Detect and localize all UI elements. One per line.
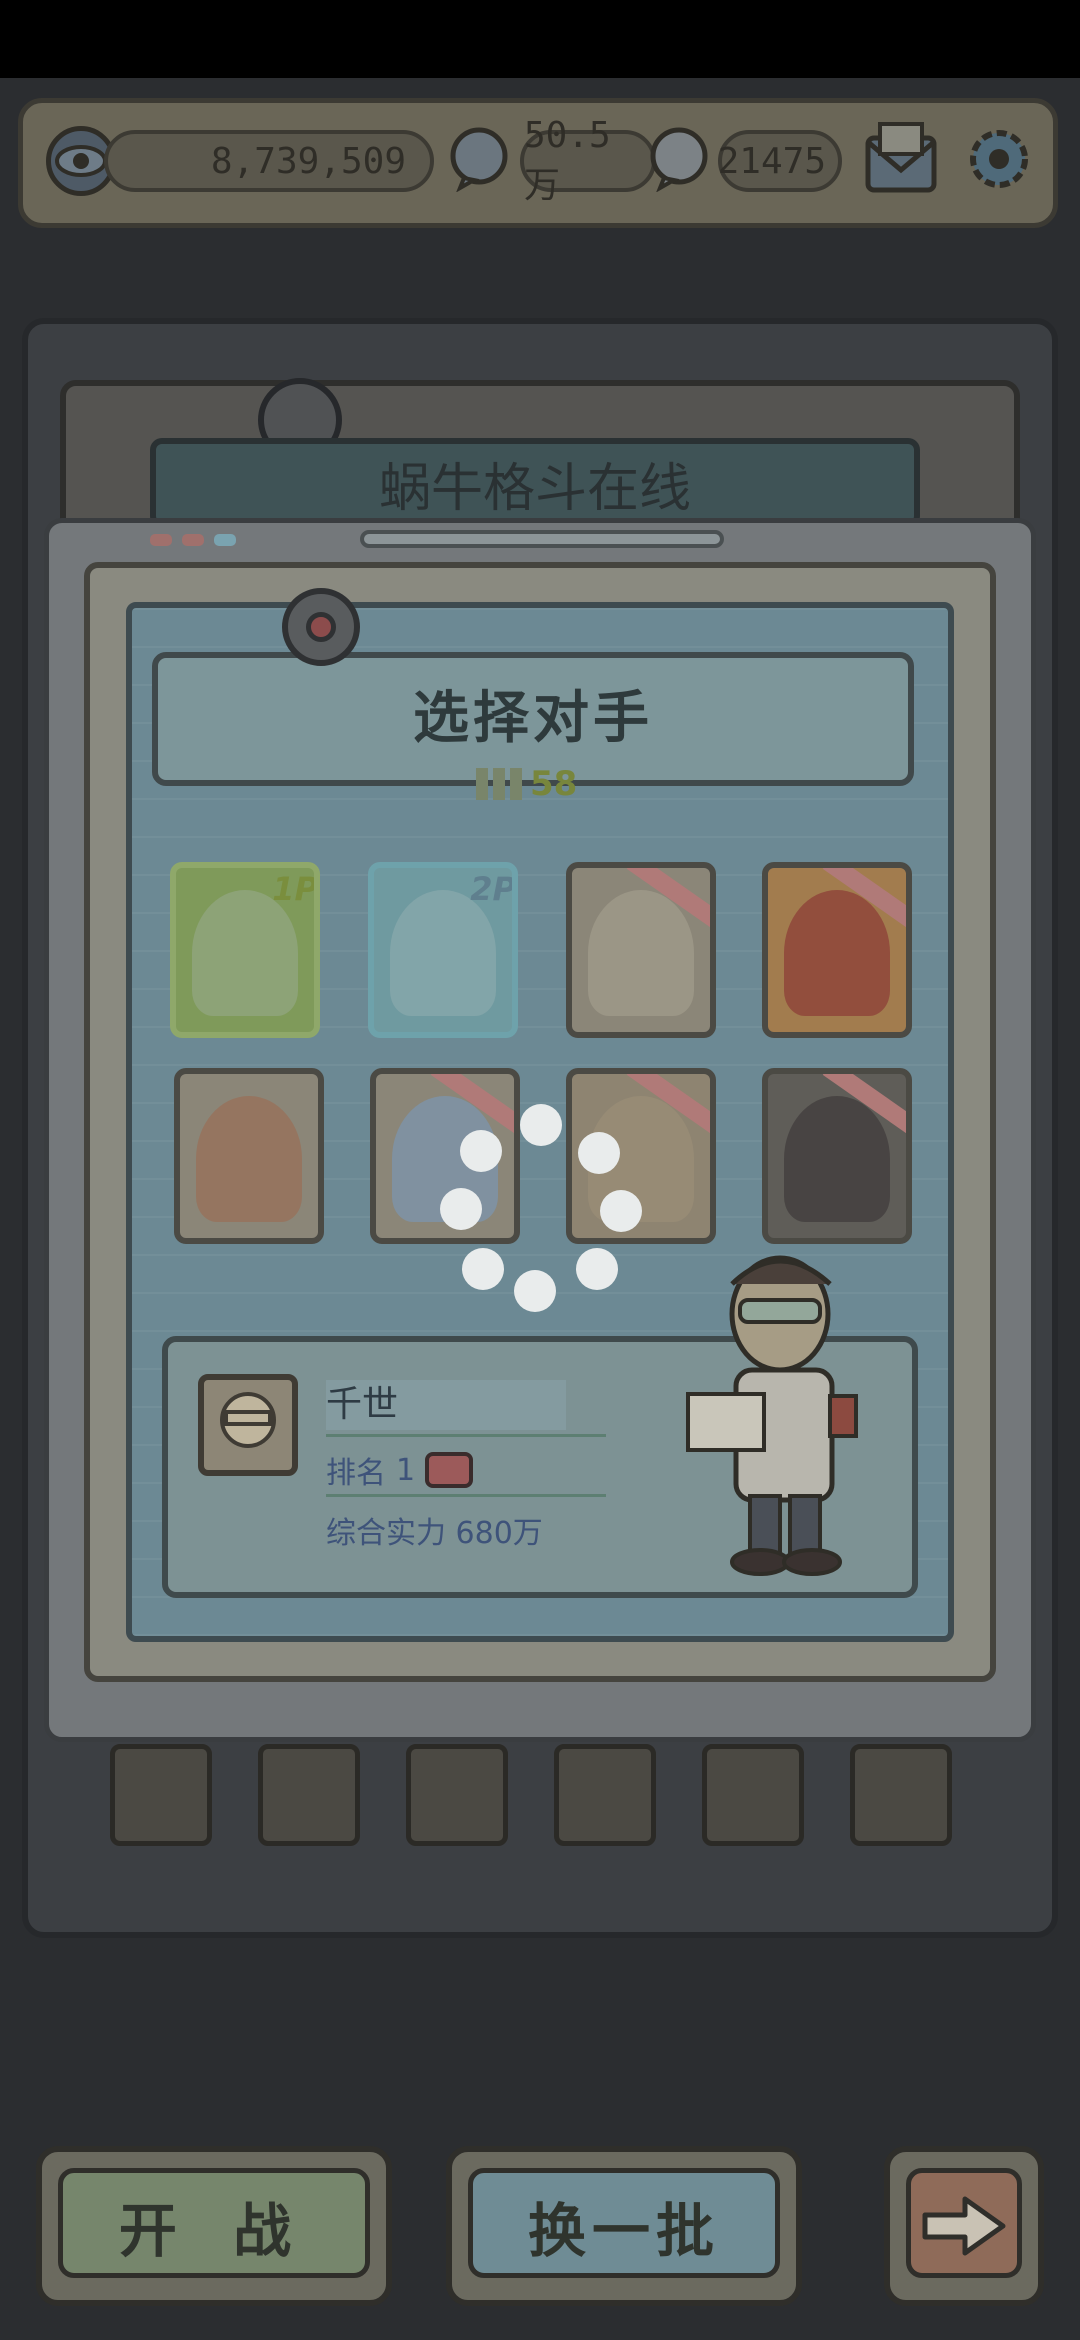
player-tag: 1P — [272, 870, 318, 908]
opponent-name: 千世 — [326, 1380, 566, 1430]
opponent-card-4[interactable] — [762, 862, 912, 1038]
opponent-card-5[interactable] — [174, 1068, 324, 1244]
coins-counter: 50.5万 — [520, 115, 656, 206]
tool-row — [110, 1744, 970, 1856]
card-portrait — [784, 1096, 890, 1222]
tool-slot-4 — [554, 1744, 656, 1846]
card-portrait — [192, 890, 298, 1016]
gem-bubble-icon — [646, 126, 712, 193]
opponent-avatar — [198, 1374, 298, 1476]
refresh-button-label: 换一批 — [527, 2197, 720, 2265]
rank-divider — [326, 1494, 606, 1497]
views-counter: 8,739,509 — [104, 130, 434, 192]
power-value: 680万 — [455, 1516, 543, 1551]
opponent-power: 综合实力 680万 — [326, 1508, 543, 1552]
rank-label: 排名 — [326, 1456, 386, 1491]
opponent-card-2[interactable]: 2P — [368, 862, 518, 1038]
background-title: 蜗牛格斗在线 — [150, 438, 920, 528]
card-portrait — [784, 890, 890, 1016]
tool-slot-1 — [110, 1744, 212, 1846]
loading-dot — [578, 1132, 620, 1174]
coin-bubble-icon — [446, 126, 512, 193]
card-portrait — [196, 1096, 302, 1222]
name-divider — [326, 1434, 606, 1437]
card-portrait — [588, 890, 694, 1016]
lamp-light — [306, 612, 336, 642]
scientist-character — [670, 1244, 900, 1584]
player-tag: 2P — [470, 870, 516, 908]
gems-counter: 21475 — [718, 130, 842, 192]
gear-icon[interactable] — [958, 118, 1040, 200]
opponent-rank: 排名 1 — [326, 1448, 474, 1492]
refresh-opponents-button[interactable]: 换一批 — [446, 2146, 802, 2306]
loading-dot — [460, 1130, 502, 1172]
loading-dot — [576, 1248, 618, 1290]
signal-bars-icon — [476, 768, 522, 800]
level-indicator: 58 — [476, 764, 577, 804]
loading-dot — [440, 1188, 482, 1230]
power-label: 综合实力 — [326, 1516, 446, 1551]
right-arrow-icon — [922, 2196, 1006, 2256]
level-value: 58 — [530, 764, 578, 804]
opponent-card-1[interactable]: 1P — [170, 862, 320, 1038]
tool-slot-5 — [702, 1744, 804, 1846]
card-portrait — [390, 890, 496, 1016]
start-button-label: 开 战 — [118, 2197, 310, 2265]
opponent-card-3[interactable] — [566, 862, 716, 1038]
loading-dot — [520, 1104, 562, 1146]
tool-slot-6 — [850, 1744, 952, 1846]
loading-dot — [600, 1190, 642, 1232]
status-bar — [0, 0, 1080, 78]
loading-dot — [514, 1270, 556, 1312]
start-battle-button[interactable]: 开 战 — [36, 2146, 392, 2306]
next-button[interactable] — [884, 2146, 1044, 2306]
dialog-top-slot — [360, 530, 724, 548]
tool-slot-3 — [406, 1744, 508, 1846]
mail-icon[interactable] — [862, 118, 940, 198]
tool-slot-2 — [258, 1744, 360, 1846]
rank-value: 1 — [396, 1452, 416, 1488]
loading-dot — [462, 1248, 504, 1290]
opponent-card-8[interactable] — [762, 1068, 912, 1244]
dialog-indicator-lights — [150, 532, 240, 548]
rank-medal-icon — [425, 1452, 474, 1488]
